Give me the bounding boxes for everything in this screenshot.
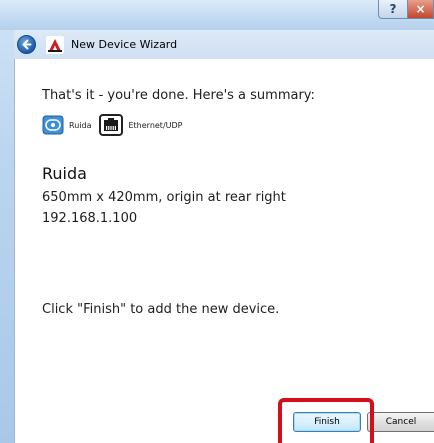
device-summary-row: Ruida Ethernet/UDP	[42, 114, 182, 136]
device-address: 192.168.1.100	[42, 211, 138, 226]
back-button[interactable]	[17, 35, 36, 54]
device-type-label: Ruida	[69, 120, 92, 130]
title-bar: ? ×	[0, 0, 434, 30]
lightburn-app-icon	[46, 35, 64, 54]
wizard-header: New Device Wizard	[14, 30, 434, 59]
summary-heading: That's it - you're done. Here's a summar…	[42, 88, 315, 103]
help-icon: ?	[389, 2, 397, 16]
wizard-content: That's it - you're done. Here's a summar…	[14, 59, 434, 443]
finish-instruction: Click "Finish" to add the new device.	[42, 302, 280, 317]
cancel-button[interactable]: Cancel	[367, 412, 434, 432]
finish-highlight-box	[278, 398, 374, 443]
ruida-controller-icon	[42, 115, 64, 135]
close-button[interactable]: ×	[408, 0, 434, 19]
device-name: Ruida	[42, 164, 87, 183]
wizard-title: New Device Wizard	[71, 38, 178, 51]
help-button[interactable]: ?	[378, 0, 408, 19]
device-dimensions: 650mm x 420mm, origin at rear right	[42, 190, 286, 205]
connection-type-label: Ethernet/UDP	[128, 120, 183, 130]
ethernet-port-icon	[99, 114, 124, 136]
close-icon: ×	[415, 2, 426, 16]
back-arrow-icon	[22, 39, 32, 50]
window-controls: ? ×	[378, 0, 434, 20]
